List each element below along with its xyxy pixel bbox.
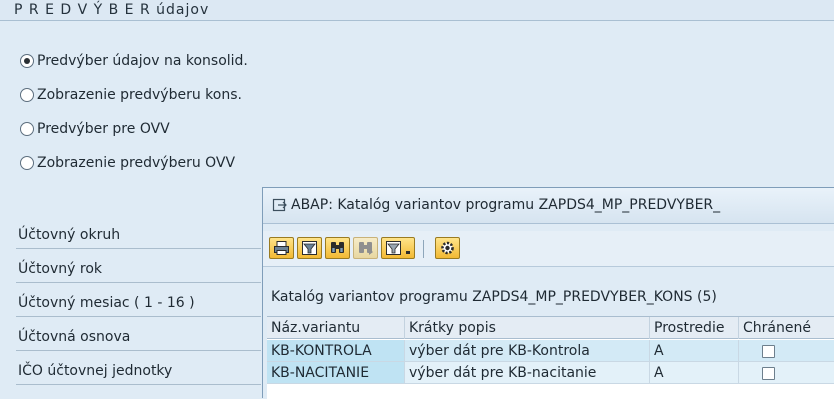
field-uctovna-osnova: Účtovná osnova [16, 321, 261, 351]
protected-checkbox[interactable] [762, 367, 775, 380]
dialog-toolbar [263, 231, 834, 267]
radio-label: Zobrazenie predvýberu kons. [37, 87, 242, 103]
column-header-name[interactable]: Náz.variantu [267, 317, 405, 339]
print-button[interactable] [269, 237, 294, 259]
table-header: Náz.variantu Krátky popis Prostredie Chr… [267, 317, 834, 339]
field-uctovny-mesiac: Účtovný mesiac ( 1 - 16 ) [16, 287, 261, 317]
radio-button[interactable] [20, 88, 34, 102]
protected-checkbox[interactable] [762, 345, 775, 358]
variant-description-cell[interactable]: výber dát pre KB-nacitanie [405, 362, 650, 384]
variant-environment-cell[interactable]: A [650, 340, 739, 362]
variant-catalog-dialog: ABAP: Katalóg variantov programu ZAPDS4_… [262, 187, 834, 399]
dropdown-arrow-icon [406, 251, 410, 254]
find-button[interactable] [325, 237, 350, 259]
toolbar-separator [423, 240, 424, 258]
field-label: Účtovný mesiac ( 1 - 16 ) [18, 295, 195, 311]
set-filter-icon [386, 241, 401, 255]
field-uctovny-rok: Účtovný rok [16, 253, 261, 283]
filter-button[interactable] [297, 237, 322, 259]
field-label: Účtovný okruh [18, 227, 121, 243]
radio-button[interactable] [20, 122, 34, 136]
column-header-description[interactable]: Krátky popis [405, 317, 650, 339]
find-next-icon [359, 242, 373, 255]
table-row[interactable]: KB-NACITANIE výber dát pre KB-nacitanie … [267, 362, 834, 384]
variant-protected-cell [739, 362, 834, 384]
screen-title: P R E D V Ý B E R údajov [14, 2, 210, 18]
radio-label: Zobrazenie predvýberu OVV [37, 155, 236, 171]
filter-icon [302, 241, 317, 255]
set-filter-button[interactable] [381, 237, 415, 259]
screen-title-bar: P R E D V Ý B E R údajov [0, 0, 834, 21]
variant-environment-cell[interactable]: A [650, 362, 739, 384]
field-uctovny-okruh: Účtovný okruh [16, 219, 261, 249]
radio-button-selected[interactable] [20, 54, 34, 68]
variant-name-cell[interactable]: KB-NACITANIE [267, 362, 405, 384]
find-icon [331, 242, 344, 253]
dialog-window-icon [272, 198, 287, 212]
dialog-title: ABAP: Katalóg variantov programu ZAPDS4_… [291, 197, 721, 213]
dialog-title-bar[interactable]: ABAP: Katalóg variantov programu ZAPDS4_… [263, 188, 834, 224]
variant-description-cell[interactable]: výber dát pre KB-Kontrola [405, 340, 650, 362]
settings-button[interactable] [435, 237, 460, 259]
radio-zobrazenie-kons[interactable]: Zobrazenie predvýberu kons. [20, 84, 242, 106]
table-row[interactable]: KB-KONTROLA výber dát pre KB-Kontrola A [267, 340, 834, 362]
field-label: Účtovná osnova [18, 329, 131, 345]
variant-name-cell[interactable]: KB-KONTROLA [267, 340, 405, 362]
radio-label: Predvýber pre OVV [37, 121, 170, 137]
variant-protected-cell [739, 340, 834, 362]
radio-predvyber-ovv[interactable]: Predvýber pre OVV [20, 118, 170, 140]
variant-catalog-caption: Katalóg variantov programu ZAPDS4_MP_PRE… [271, 289, 717, 305]
radio-label: Predvýber údajov na konsolid. [37, 53, 248, 69]
settings-icon [441, 241, 454, 255]
field-ico-jednotky: IČO účtovnej jednotky [16, 355, 261, 385]
print-icon [274, 241, 289, 255]
radio-zobrazenie-ovv[interactable]: Zobrazenie predvýberu OVV [20, 152, 235, 174]
radio-predvyber-konsolid[interactable]: Predvýber údajov na konsolid. [20, 50, 248, 72]
column-header-protected[interactable]: Chránené [739, 317, 834, 339]
radio-button[interactable] [20, 156, 34, 170]
column-header-environment[interactable]: Prostredie [650, 317, 739, 339]
variant-table: Náz.variantu Krátky popis Prostredie Chr… [267, 316, 834, 399]
field-label: IČO účtovnej jednotky [18, 363, 173, 379]
field-label: Účtovný rok [18, 261, 103, 277]
find-next-button[interactable] [353, 237, 378, 259]
